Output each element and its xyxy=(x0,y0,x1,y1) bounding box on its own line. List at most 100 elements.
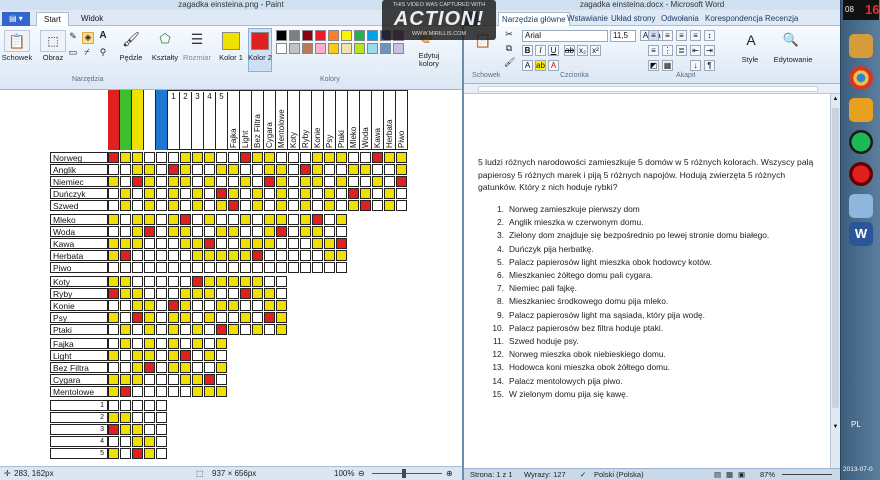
styles-button[interactable]: Style xyxy=(734,56,766,64)
color2-swatch[interactable] xyxy=(251,32,269,50)
grid-cell[interactable] xyxy=(384,188,395,199)
record-icon[interactable] xyxy=(849,162,873,186)
palette-swatch[interactable] xyxy=(276,43,287,54)
grid-cell[interactable] xyxy=(264,176,275,187)
grid-cell[interactable] xyxy=(168,338,179,349)
grid-cell[interactable] xyxy=(156,176,167,187)
grid-cell[interactable] xyxy=(324,214,335,225)
grid-cell[interactable] xyxy=(312,262,323,273)
grid-cell[interactable] xyxy=(132,214,143,225)
grid-cell[interactable] xyxy=(336,200,347,211)
grid-cell[interactable] xyxy=(108,412,119,423)
grid-cell[interactable] xyxy=(204,338,215,349)
media-player-icon[interactable] xyxy=(849,98,873,122)
grid-cell[interactable] xyxy=(204,176,215,187)
highlight-icon[interactable]: ab xyxy=(535,60,546,71)
palette-swatch[interactable] xyxy=(354,43,365,54)
grid-cell[interactable] xyxy=(192,164,203,175)
palette-swatch[interactable] xyxy=(315,30,326,41)
decrease-indent-icon[interactable]: ⇤ xyxy=(690,45,701,56)
grid-cell[interactable] xyxy=(156,312,167,323)
grid-cell[interactable] xyxy=(132,226,143,237)
grid-cell[interactable] xyxy=(288,250,299,261)
grid-cell[interactable] xyxy=(180,214,191,225)
grid-cell[interactable] xyxy=(252,324,263,335)
grid-cell[interactable] xyxy=(264,152,275,163)
shapes-icon[interactable]: ⬠ xyxy=(154,30,176,50)
grid-cell[interactable] xyxy=(108,424,119,435)
align-right-icon[interactable]: ≡ xyxy=(676,30,687,41)
align-left-icon[interactable]: ≡ xyxy=(648,30,659,41)
grid-cell[interactable] xyxy=(120,324,131,335)
grid-cell[interactable] xyxy=(144,338,155,349)
pencil-icon[interactable]: ✎ xyxy=(68,32,78,42)
grid-cell[interactable] xyxy=(240,214,251,225)
grid-cell[interactable] xyxy=(192,312,203,323)
grid-cell[interactable] xyxy=(348,188,359,199)
grid-cell[interactable] xyxy=(348,200,359,211)
brushes-button[interactable]: Pędzle xyxy=(116,54,146,62)
grid-cell[interactable] xyxy=(288,152,299,163)
grid-cell[interactable] xyxy=(216,238,227,249)
grid-cell[interactable] xyxy=(276,288,287,299)
grid-cell[interactable] xyxy=(360,152,371,163)
spotify-icon[interactable] xyxy=(849,130,873,154)
grid-cell[interactable] xyxy=(156,238,167,249)
grid-cell[interactable] xyxy=(312,188,323,199)
grid-cell[interactable] xyxy=(324,226,335,237)
justify-icon[interactable]: ≡ xyxy=(690,30,701,41)
grid-cell[interactable] xyxy=(120,400,131,411)
grid-cell[interactable] xyxy=(252,250,263,261)
grid-cell[interactable] xyxy=(384,152,395,163)
palette-swatch[interactable] xyxy=(354,30,365,41)
grid-cell[interactable] xyxy=(144,226,155,237)
grid-cell[interactable] xyxy=(228,164,239,175)
grid-cell[interactable] xyxy=(108,350,119,361)
grid-cell[interactable] xyxy=(180,176,191,187)
grid-cell[interactable] xyxy=(228,288,239,299)
grid-cell[interactable] xyxy=(228,152,239,163)
grid-cell[interactable] xyxy=(264,312,275,323)
grid-cell[interactable] xyxy=(108,386,119,397)
grid-cell[interactable] xyxy=(132,288,143,299)
grid-cell[interactable] xyxy=(192,350,203,361)
grid-cell[interactable] xyxy=(132,412,143,423)
grid-cell[interactable] xyxy=(120,164,131,175)
folder-icon[interactable] xyxy=(849,34,873,58)
grid-cell[interactable] xyxy=(120,374,131,385)
grid-cell[interactable] xyxy=(180,324,191,335)
grid-cell[interactable] xyxy=(120,300,131,311)
grid-cell[interactable] xyxy=(180,338,191,349)
grid-cell[interactable] xyxy=(132,386,143,397)
grid-cell[interactable] xyxy=(276,164,287,175)
grid-cell[interactable] xyxy=(120,412,131,423)
grid-cell[interactable] xyxy=(192,250,203,261)
grid-cell[interactable] xyxy=(264,288,275,299)
grid-cell[interactable] xyxy=(216,214,227,225)
grid-cell[interactable] xyxy=(156,188,167,199)
page-count[interactable]: Strona: 1 z 1 xyxy=(470,469,513,480)
grid-cell[interactable] xyxy=(312,176,323,187)
grid-cell[interactable] xyxy=(276,188,287,199)
grid-cell[interactable] xyxy=(108,152,119,163)
grid-cell[interactable] xyxy=(168,312,179,323)
grid-cell[interactable] xyxy=(120,386,131,397)
grid-cell[interactable] xyxy=(264,324,275,335)
grid-cell[interactable] xyxy=(288,238,299,249)
grid-cell[interactable] xyxy=(156,324,167,335)
grid-cell[interactable] xyxy=(144,214,155,225)
tab-start[interactable]: Start xyxy=(36,12,69,26)
styles-icon[interactable]: A xyxy=(740,30,762,52)
paint-app-icon[interactable] xyxy=(849,194,873,218)
grid-cell[interactable] xyxy=(156,362,167,373)
size-button[interactable]: Rozmiar xyxy=(182,54,212,62)
grid-cell[interactable] xyxy=(204,362,215,373)
grid-cell[interactable] xyxy=(156,262,167,273)
grid-cell[interactable] xyxy=(276,226,287,237)
grid-cell[interactable] xyxy=(168,386,179,397)
superscript-icon[interactable]: x² xyxy=(590,45,601,56)
grid-cell[interactable] xyxy=(144,324,155,335)
tab-insert[interactable]: Wstawianie xyxy=(564,12,611,26)
grid-cell[interactable] xyxy=(240,164,251,175)
grid-cell[interactable] xyxy=(204,214,215,225)
